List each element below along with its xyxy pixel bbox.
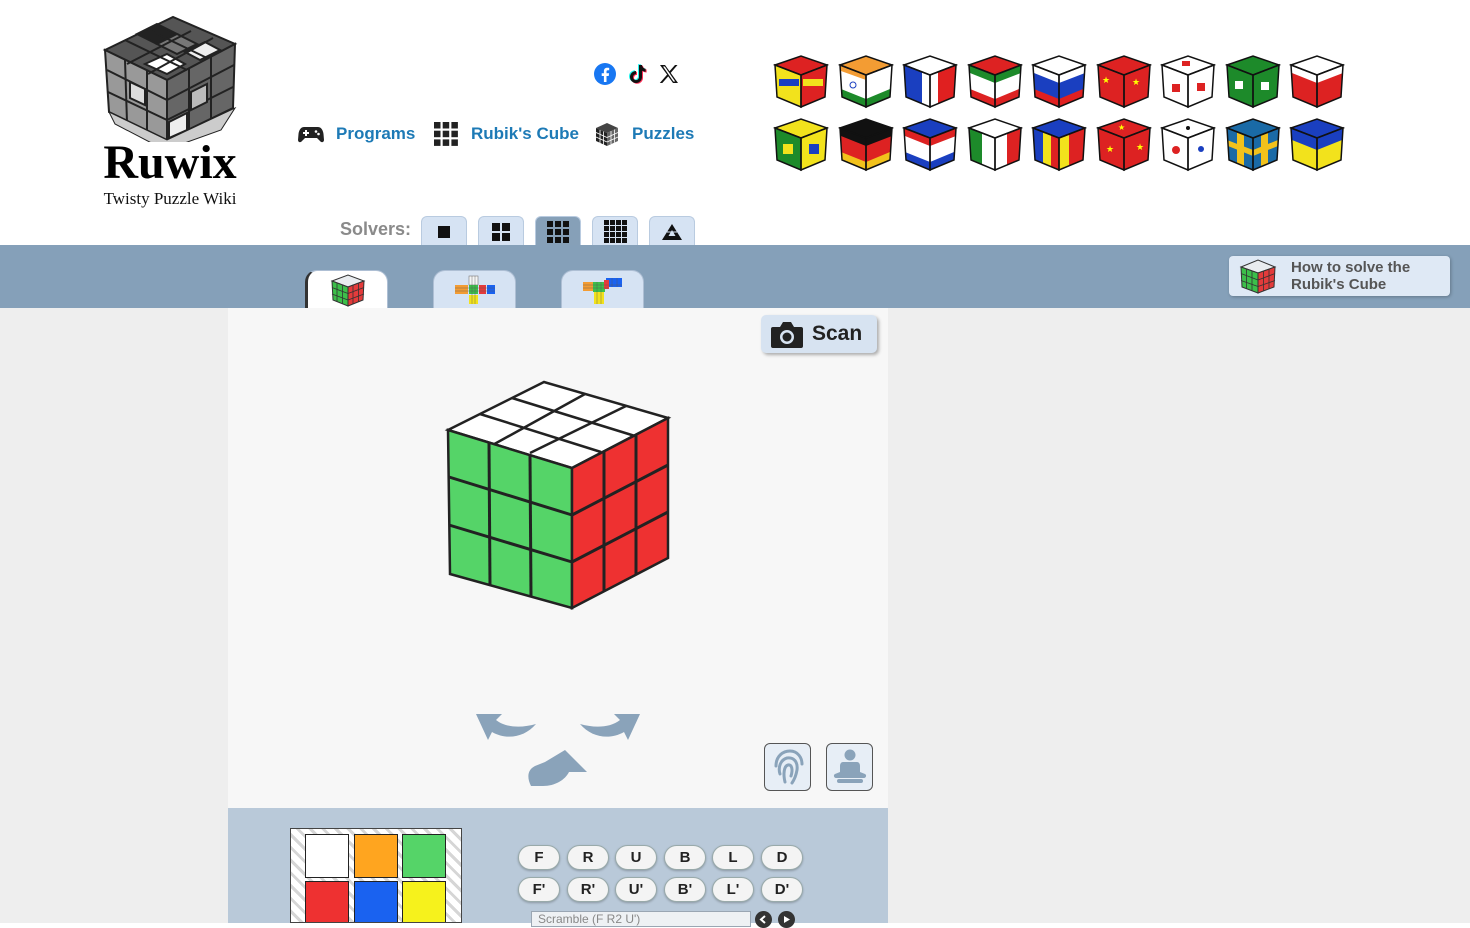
site-tagline: Twisty Puzzle Wiki — [103, 189, 237, 208]
flag-cube-icon[interactable] — [1031, 53, 1087, 109]
scan-label[interactable]: Scan — [812, 322, 862, 346]
flag-cube-icon[interactable] — [773, 116, 829, 172]
svg-text:★: ★ — [1136, 143, 1144, 153]
touch-mode-button[interactable] — [764, 743, 811, 791]
svg-text:★: ★ — [1102, 76, 1110, 86]
nav-rubiks-cube[interactable]: Rubik's Cube — [433, 119, 579, 149]
move-d-prime-button[interactable]: D' — [761, 877, 803, 902]
solver-3x3-button[interactable] — [478, 216, 524, 246]
solvers-label: Solvers: — [340, 219, 412, 239]
flag-cube-icon[interactable] — [837, 116, 894, 172]
solve-button[interactable] — [826, 743, 873, 791]
solver-4x4-button[interactable] — [535, 216, 581, 246]
move-b-prime-button[interactable]: B' — [664, 877, 706, 902]
tab-flat-corners[interactable] — [561, 270, 644, 308]
cube-3d-icon — [1239, 259, 1277, 294]
square-icon — [438, 225, 450, 238]
color-swatch-red[interactable] — [305, 881, 349, 922]
howto-link[interactable]: How to solve the Rubik's Cube — [1229, 256, 1450, 296]
cube-icon — [595, 123, 619, 146]
site-title[interactable]: Ruwix — [95, 136, 245, 190]
move-r-button[interactable]: R — [567, 845, 609, 870]
cube-stage[interactable] — [228, 308, 888, 808]
cube-3d-icon — [330, 273, 365, 307]
color-palette — [290, 828, 462, 923]
solver-5x5-button[interactable] — [592, 216, 638, 246]
facebook-icon[interactable] — [593, 62, 617, 86]
cube-net-icon — [454, 275, 495, 304]
color-swatch-green[interactable] — [402, 834, 446, 878]
flag-cube-icon[interactable] — [1289, 53, 1345, 109]
play-button[interactable] — [778, 911, 795, 928]
flag-cubes-grid: ★ ★ ★ ★ ★ — [773, 53, 1353, 172]
flag-cube-icon[interactable] — [1031, 116, 1087, 172]
grid-4x4-icon — [603, 220, 627, 243]
flag-cube-icon[interactable] — [902, 116, 958, 172]
flag-cube-icon[interactable] — [1289, 116, 1345, 172]
flag-cube-icon[interactable] — [1224, 53, 1281, 109]
color-swatch-yellow[interactable] — [402, 881, 446, 922]
svg-text:★: ★ — [1132, 78, 1140, 88]
move-d-button[interactable]: D — [761, 845, 803, 870]
back-button[interactable] — [755, 911, 772, 928]
color-swatch-orange[interactable] — [354, 834, 398, 878]
cube-flat-icon — [582, 277, 622, 304]
howto-label[interactable]: How to solve the Rubik's Cube — [1291, 259, 1441, 293]
x-icon[interactable] — [657, 62, 681, 86]
rubiks-cube-3d[interactable] — [228, 308, 888, 808]
meditating-person-icon — [833, 749, 866, 783]
svg-text:★: ★ — [1118, 123, 1125, 132]
tab-3d-cube[interactable] — [305, 270, 388, 308]
grid-2x2-icon — [492, 222, 510, 241]
ruwix-logo-cube[interactable] — [95, 12, 245, 142]
flag-cube-icon[interactable] — [902, 53, 958, 109]
flag-cube-icon[interactable]: ★ ★ — [1095, 53, 1152, 109]
flag-cube-icon[interactable] — [1160, 53, 1216, 109]
move-f-prime-button[interactable]: F' — [518, 877, 560, 902]
move-b-button[interactable]: B — [664, 845, 706, 870]
flag-cube-icon[interactable] — [837, 53, 894, 109]
move-u-button[interactable]: U — [615, 845, 657, 870]
rotate-right-icon[interactable] — [578, 710, 642, 746]
camera-icon — [771, 322, 803, 348]
grid-3x3-icon — [547, 220, 569, 243]
svg-text:★: ★ — [1106, 145, 1114, 155]
nav-puzzles-label[interactable]: Puzzles — [632, 124, 694, 144]
nav-puzzles[interactable]: Puzzles — [594, 119, 694, 149]
solver-2x2-button[interactable] — [421, 216, 467, 246]
tab-flat-net[interactable] — [433, 270, 516, 308]
solver-pyraminx-button[interactable] — [649, 216, 695, 246]
move-l-prime-button[interactable]: L' — [712, 877, 754, 902]
pyraminx-icon — [662, 223, 682, 240]
nav-rubiks-cube-label[interactable]: Rubik's Cube — [471, 124, 579, 144]
scan-button[interactable]: Scan — [761, 315, 877, 353]
flag-cube-icon[interactable] — [1160, 116, 1216, 172]
flag-cube-icon[interactable] — [966, 53, 1023, 109]
fingerprint-icon — [774, 749, 803, 785]
flag-cube-icon[interactable] — [773, 53, 829, 109]
site-header: Ruwix Twisty Puzzle Wiki Programs Rubik'… — [0, 0, 1470, 246]
flag-cube-icon[interactable] — [966, 116, 1023, 172]
nav-programs[interactable]: Programs — [298, 119, 415, 149]
gamepad-icon — [298, 127, 324, 143]
color-swatch-white[interactable] — [305, 834, 349, 878]
rotate-left-icon[interactable] — [474, 710, 538, 746]
move-f-button[interactable]: F — [518, 845, 560, 870]
flag-cube-icon[interactable] — [1224, 116, 1281, 172]
flag-cube-icon[interactable]: ★ ★ ★ — [1095, 116, 1152, 172]
nav-programs-label[interactable]: Programs — [336, 124, 415, 144]
move-u-prime-button[interactable]: U' — [615, 877, 657, 902]
move-l-button[interactable]: L — [712, 845, 754, 870]
color-swatch-blue[interactable] — [354, 881, 398, 922]
grid-icon — [434, 122, 458, 146]
tiktok-icon[interactable] — [625, 62, 649, 86]
move-r-prime-button[interactable]: R' — [567, 877, 609, 902]
scramble-input[interactable]: Scramble (F R2 U') — [531, 911, 751, 927]
rotate-up-icon[interactable] — [525, 748, 589, 788]
